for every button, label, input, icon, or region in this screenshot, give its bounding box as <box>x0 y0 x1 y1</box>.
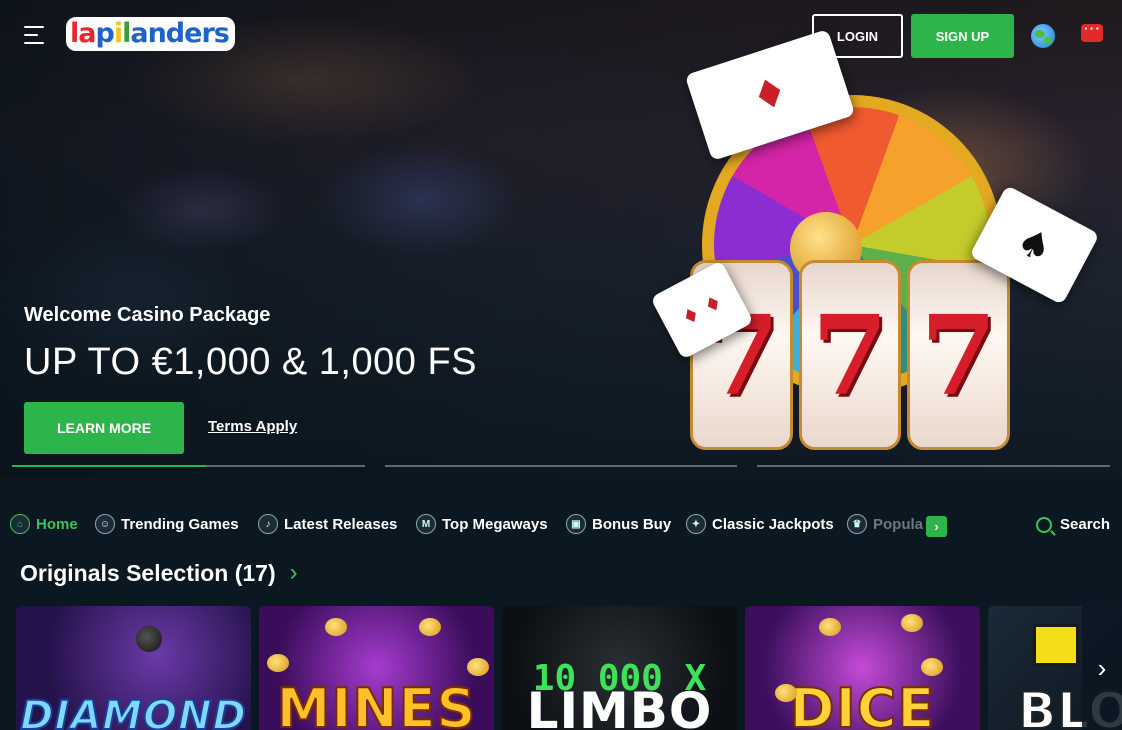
category-label: Top Megaways <box>442 515 548 533</box>
jackpot-icon: ✦ <box>686 514 706 534</box>
megaways-icon: M <box>416 514 436 534</box>
coin-icon <box>419 618 441 636</box>
category-latest-releases[interactable]: ♪ Latest Releases <box>258 514 397 534</box>
chat-icon[interactable] <box>1081 20 1103 42</box>
block-icon <box>1033 624 1079 666</box>
carousel-next-icon[interactable]: › <box>1082 606 1122 730</box>
coin-icon <box>921 658 943 676</box>
category-classic-jackpots[interactable]: ✦ Classic Jackpots <box>686 514 834 534</box>
popular-icon: ♛ <box>847 514 867 534</box>
search-button[interactable]: Search <box>1036 516 1110 533</box>
slide-progress-fill <box>12 465 207 467</box>
category-popular[interactable]: ♛ Popula <box>847 514 923 534</box>
bonus-icon: ▣ <box>566 514 586 534</box>
top-bar: lapilanders LOGIN SIGN UP <box>0 0 1122 72</box>
search-icon <box>1036 516 1052 533</box>
game-tile-mines[interactable]: MINES <box>259 606 494 730</box>
login-button[interactable]: LOGIN <box>812 14 903 58</box>
originals-section-title[interactable]: Originals Selection (17) › <box>20 559 298 587</box>
globe-icon[interactable] <box>1031 24 1055 48</box>
category-top-megaways[interactable]: M Top Megaways <box>416 514 548 534</box>
category-label: Trending Games <box>121 515 239 533</box>
game-tile-diamond[interactable]: DIAMOND <box>16 606 251 730</box>
category-label: Popula <box>873 515 924 533</box>
reel-seven: 7 <box>907 260 1011 450</box>
coin-icon <box>819 618 841 636</box>
category-home[interactable]: ⌂ Home <box>10 514 78 534</box>
game-title: DIAMOND <box>19 693 247 730</box>
category-bonus-buy[interactable]: ▣ Bonus Buy <box>566 514 671 534</box>
category-scroll-right-icon[interactable]: › <box>926 516 947 537</box>
slide-indicator-2[interactable] <box>385 465 737 467</box>
slide-indicator-1[interactable] <box>12 465 365 467</box>
learn-more-button[interactable]: LEARN MORE <box>24 402 184 454</box>
trending-icon: ☺ <box>95 514 115 534</box>
game-title: MINES <box>276 677 477 730</box>
game-title: DICE <box>789 677 936 730</box>
slide-indicator-3[interactable] <box>757 465 1110 467</box>
originals-game-row: DIAMOND MINES 10 000 X LIMBO DICE BLO <box>16 606 1122 730</box>
game-tile-dice[interactable]: DICE <box>745 606 980 730</box>
coin-icon <box>775 684 797 702</box>
hero-art-wheel-slots: 7 7 7 ♦ ♠ ♦ ♦ <box>650 29 1110 470</box>
game-subtitle: 10 000 X <box>532 658 707 699</box>
search-label: Search <box>1060 516 1111 533</box>
bell-icon: ♪ <box>258 514 278 534</box>
terms-link[interactable]: Terms Apply <box>208 418 297 435</box>
game-tile-limbo[interactable]: 10 000 X LIMBO <box>502 606 737 730</box>
category-label: Home <box>36 515 78 533</box>
home-icon: ⌂ <box>10 514 30 534</box>
bomb-icon <box>136 626 162 652</box>
category-label: Bonus Buy <box>592 515 672 533</box>
reel-seven: 7 <box>798 260 902 450</box>
coin-icon <box>325 618 347 636</box>
coin-icon <box>901 614 923 632</box>
signup-button[interactable]: SIGN UP <box>911 14 1014 58</box>
hero-text: Welcome Casino Package UP TO €1,000 & 1,… <box>24 300 477 384</box>
coin-icon <box>467 658 489 676</box>
category-trending[interactable]: ☺ Trending Games <box>95 514 239 534</box>
site-logo[interactable]: lapilanders <box>66 17 235 51</box>
category-label: Classic Jackpots <box>712 515 834 533</box>
category-nav: ⌂ Home ☺ Trending Games ♪ Latest Releases M… <box>0 506 1122 546</box>
slot-reels: 7 7 7 <box>690 260 1011 450</box>
hamburger-menu-icon[interactable] <box>24 26 44 44</box>
hero-subtitle: Welcome Casino Package <box>24 304 271 326</box>
section-title-text: Originals Selection (17) <box>20 559 276 586</box>
coin-icon <box>267 654 289 672</box>
chevron-right-icon[interactable]: › <box>290 559 298 587</box>
category-label: Latest Releases <box>284 515 398 533</box>
hero-title: UP TO €1,000 & 1,000 FS <box>24 341 478 383</box>
